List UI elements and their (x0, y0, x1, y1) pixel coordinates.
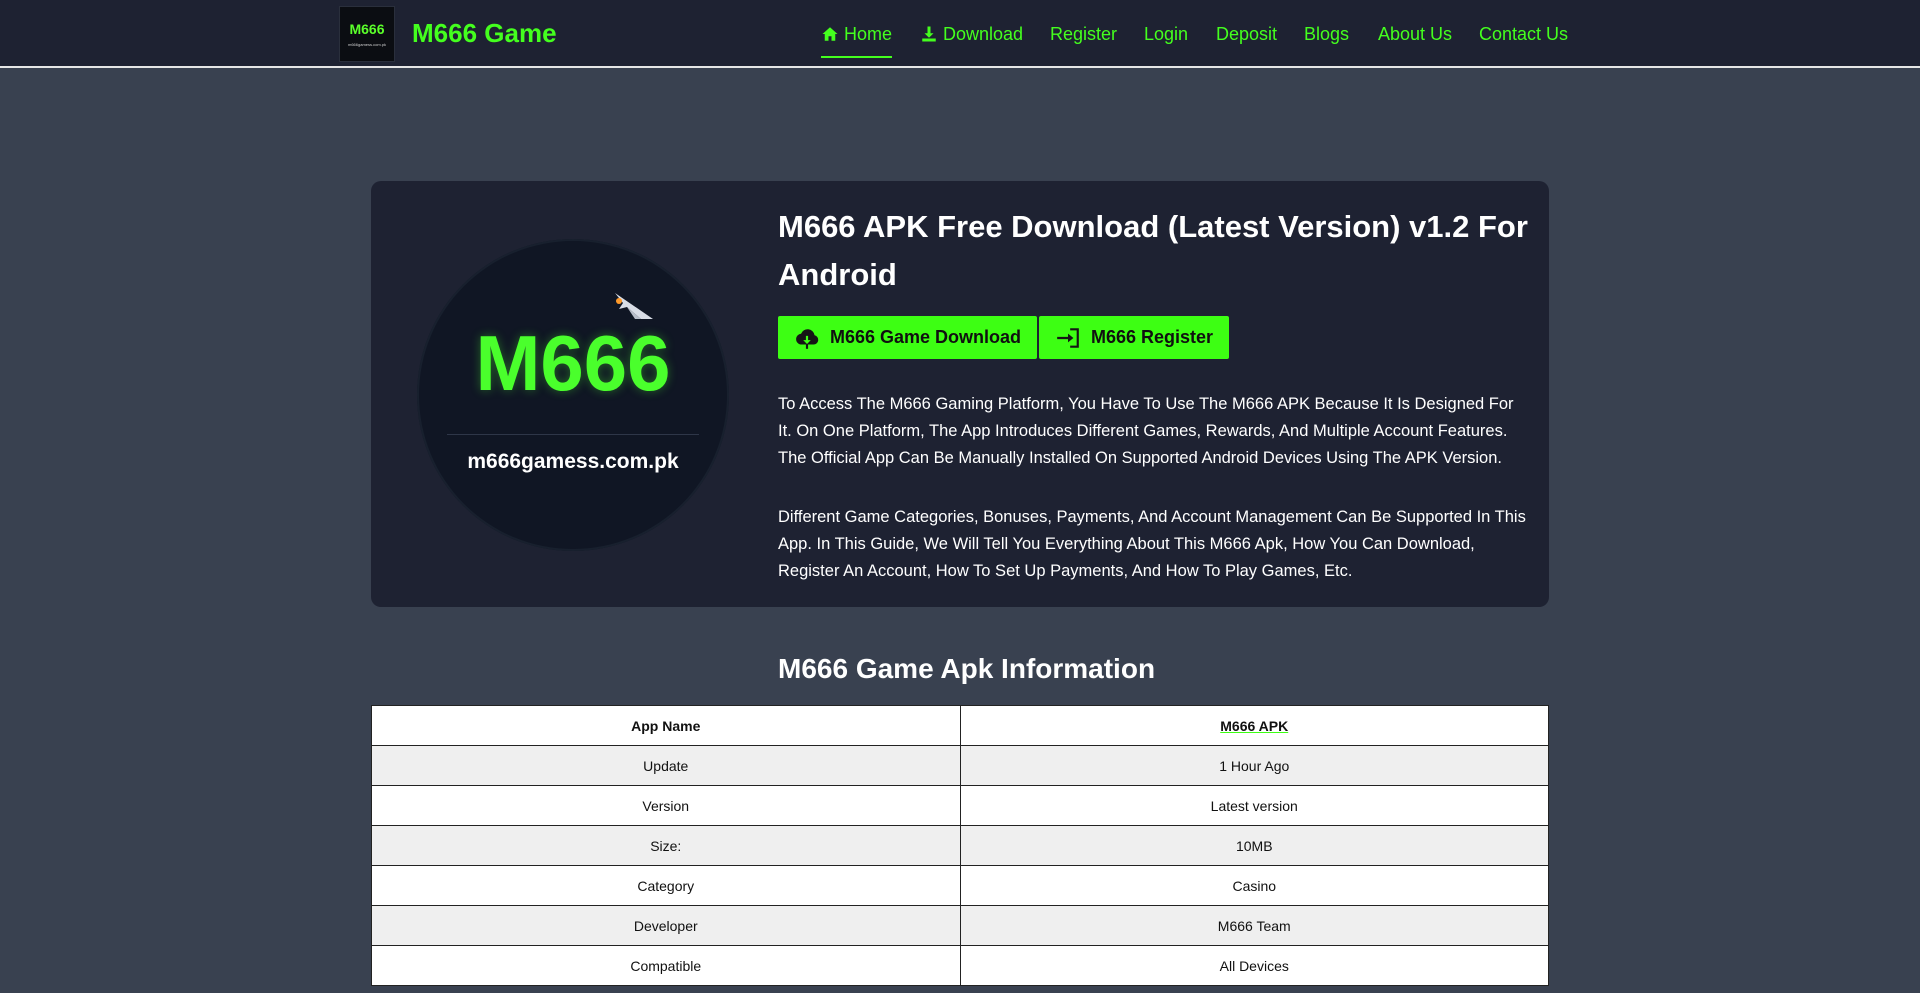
table-cell-label: Update (371, 745, 961, 786)
hero-logo-divider (447, 434, 699, 435)
nav-contact-us[interactable]: Contact Us (1479, 22, 1568, 46)
download-icon (922, 26, 936, 42)
nav-register[interactable]: Register (1050, 22, 1117, 46)
table-cell-label: Version (371, 785, 961, 826)
home-icon (822, 27, 838, 41)
hero-logo-image: M666 m666gamess.com.pk (417, 239, 729, 551)
intro-paragraph-2: Different Game Categories, Bonuses, Paym… (778, 508, 1526, 580)
nav-login[interactable]: Login (1144, 22, 1188, 46)
logo-subtext: m666gamess.com.pk (347, 41, 386, 47)
table-cell-value: Latest version (959, 785, 1549, 826)
table-cell-label: Size: (371, 825, 961, 866)
info-section-title: M666 Game Apk Information (778, 653, 1156, 684)
nav-blogs[interactable]: Blogs (1304, 22, 1349, 46)
game-download-button[interactable]: M666 Game Download (778, 316, 1038, 359)
app-info-table: App Name M666 APK Update 1 Hour Ago Vers… (371, 705, 1549, 986)
table-cell-label: Compatible (371, 945, 961, 986)
table-row: App Name M666 APK (371, 705, 1549, 746)
table-cell-value: 1 Hour Ago (959, 745, 1549, 786)
table-cell-label: Developer (371, 905, 961, 946)
page-title: M666 APK Free Download (Latest Version) … (778, 209, 1528, 292)
game-download-label: M666 Game Download (830, 327, 1022, 347)
hero-logo-text: M666 (475, 319, 671, 407)
nav-home[interactable]: Home (821, 22, 893, 58)
register-label: M666 Register (1091, 327, 1214, 347)
table-cell-value: Casino (959, 865, 1549, 906)
hero-card: M666 m666gamess.com.pk M666 APK Free Dow… (371, 181, 1549, 607)
logo-text: M666 (349, 20, 385, 37)
site-header: M666 m666gamess.com.pk M666 Game Home Do… (0, 0, 1920, 68)
table-cell-value: 10MB (959, 825, 1549, 866)
table-row: Size: 10MB (371, 825, 1549, 866)
nav-deposit[interactable]: Deposit (1216, 22, 1277, 46)
table-row: Version Latest version (371, 785, 1549, 826)
table-row: Compatible All Devices (371, 945, 1549, 986)
sign-in-icon (1057, 327, 1079, 348)
cloud-download-icon (796, 328, 819, 349)
nav-download-label: Download (943, 24, 1024, 44)
nav-about-us[interactable]: About Us (1378, 22, 1452, 46)
nav-download[interactable]: Download (920, 22, 1023, 46)
nav-home-label: Home (844, 24, 893, 44)
table-cell-value: M666 APK (959, 705, 1549, 746)
table-row: Developer M666 Team (371, 905, 1549, 946)
brand-name[interactable]: M666 Game (412, 16, 557, 50)
table-cell-value: All Devices (959, 945, 1549, 986)
apk-link[interactable]: M666 APK (1220, 718, 1288, 734)
site-logo[interactable]: M666 m666gamess.com.pk (339, 6, 395, 62)
table-row: Update 1 Hour Ago (371, 745, 1549, 786)
intro-paragraph-1: To Access The M666 Gaming Platform, You … (778, 395, 1514, 467)
register-button[interactable]: M666 Register (1039, 316, 1230, 359)
hero-logo-site: m666gamess.com.pk (467, 450, 679, 473)
table-cell-label: Category (371, 865, 961, 906)
table-cell-value: M666 Team (959, 905, 1549, 946)
table-row: Category Casino (371, 865, 1549, 906)
airplane-icon (615, 293, 653, 319)
table-cell-label: App Name (371, 705, 961, 746)
